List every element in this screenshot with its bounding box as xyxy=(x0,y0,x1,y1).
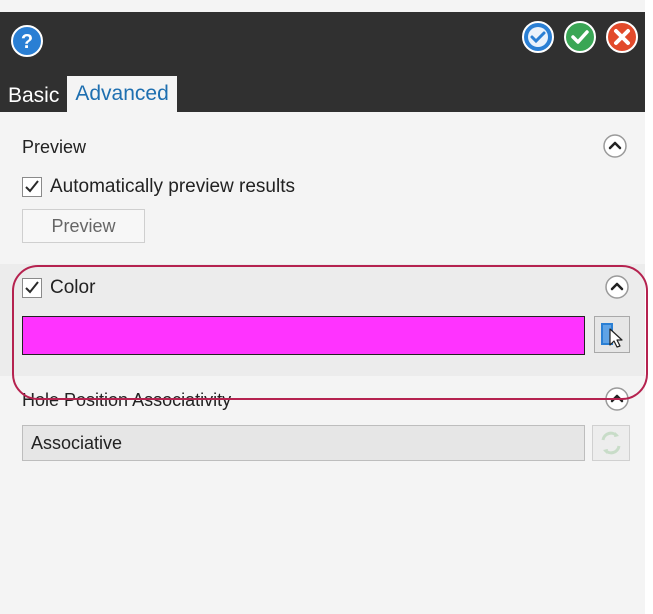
color-picker-button[interactable] xyxy=(594,316,630,353)
refresh-icon xyxy=(601,431,621,455)
hole-collapse-button[interactable] xyxy=(604,386,630,412)
refresh-button[interactable] xyxy=(592,425,630,461)
color-picker-icon xyxy=(601,323,623,348)
color-checkbox[interactable] xyxy=(22,278,42,298)
tab-strip: Basic Advanced xyxy=(0,76,177,112)
auto-preview-checkbox-row[interactable]: Automatically preview results xyxy=(22,176,295,198)
auto-preview-label: Automatically preview results xyxy=(50,176,295,197)
color-collapse-button[interactable] xyxy=(604,274,630,300)
ok-button[interactable] xyxy=(563,20,597,54)
color-label: Color xyxy=(50,277,96,298)
apply-button[interactable] xyxy=(521,20,555,54)
help-icon[interactable]: ? xyxy=(10,24,44,58)
tab-basic[interactable]: Basic xyxy=(0,79,68,112)
preview-button[interactable]: Preview xyxy=(22,209,145,243)
svg-text:?: ? xyxy=(21,31,33,53)
preview-collapse-button[interactable] xyxy=(602,133,628,159)
associativity-select[interactable]: Associative xyxy=(22,425,585,461)
preview-section-title: Preview xyxy=(22,137,87,157)
color-checkbox-row[interactable]: Color xyxy=(22,277,95,299)
right-gutter xyxy=(645,0,653,614)
dialog-titlebar: ? Basic Advanced xyxy=(0,12,645,112)
dialog-actions xyxy=(521,20,639,54)
hole-section-title: Hole Position Associativity xyxy=(22,390,232,410)
tab-advanced[interactable]: Advanced xyxy=(67,76,177,112)
cancel-button[interactable] xyxy=(605,20,639,54)
auto-preview-checkbox[interactable] xyxy=(22,177,42,197)
color-swatch[interactable] xyxy=(22,316,585,355)
